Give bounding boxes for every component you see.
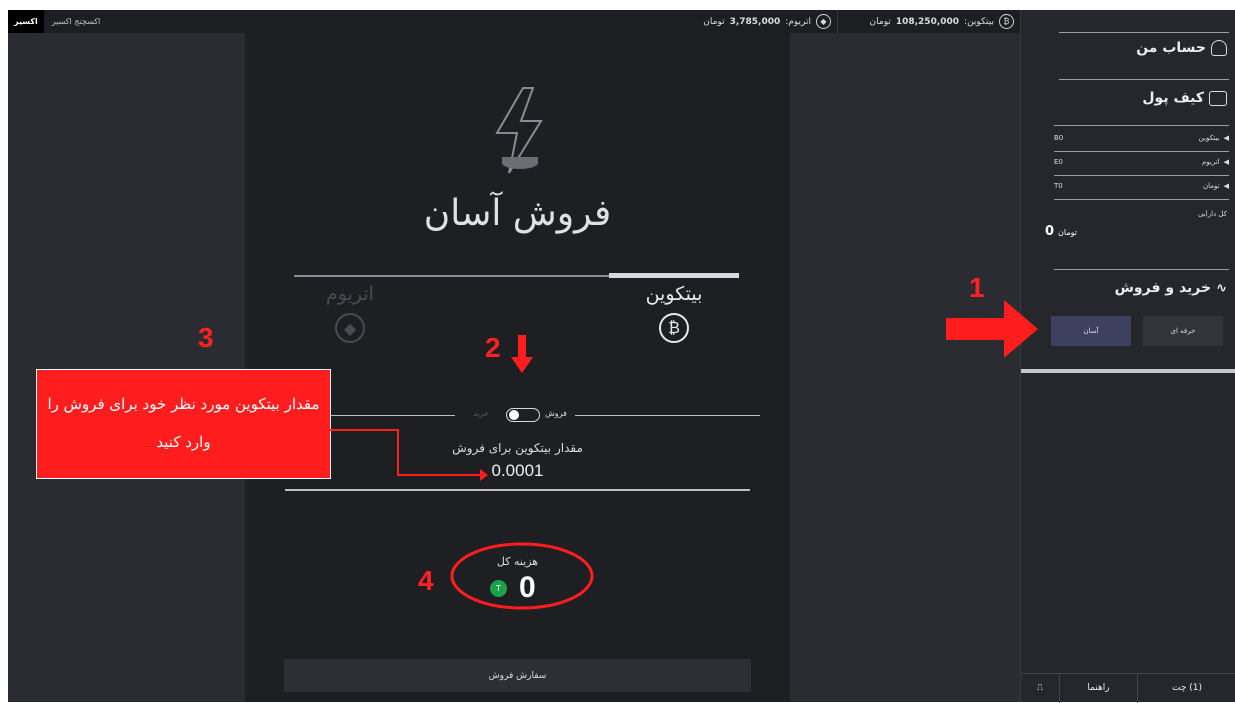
top-bar: اکسیر اکسچنج اکسیر ◆ اتریوم: 3,785,000 ت… (8, 10, 1020, 33)
bitcoin-icon: ₿ (999, 14, 1014, 29)
active-tab-indicator (609, 273, 739, 278)
chat-button[interactable]: (1) چت (1137, 673, 1235, 703)
total-assets-value: 0 (1045, 224, 1055, 239)
tabs-underline (294, 273, 739, 278)
divider (1054, 199, 1229, 200)
buy-sell-toggle-row: خرید فروش (325, 408, 760, 422)
trade-chart-icon: ∿ (1216, 280, 1227, 296)
annotation-callout: مقدار بیتکوین مورد نظر خود برای فروش را … (36, 369, 331, 479)
wallet-label: کیف پول (1142, 90, 1204, 106)
sidebar: حساب من کیف پول ◀بیتکوین B0 ◀اتریوم E0 ◀… (1020, 10, 1235, 703)
account-label: حساب من (1136, 40, 1206, 56)
trade-label: خرید و فروش (1114, 280, 1212, 296)
tab-ethereum[interactable]: اتریوم ◆ (285, 283, 415, 343)
buy-label[interactable]: خرید (473, 409, 489, 418)
lightning-coin-icon (495, 87, 543, 174)
annotation-number-2: 2 (485, 332, 501, 363)
easy-mode-button[interactable]: آسان (1051, 316, 1131, 346)
pro-mode-button[interactable]: حرفه ای (1143, 316, 1223, 346)
total-assets-unit: تومان (1058, 228, 1078, 237)
annotation-connector (330, 429, 488, 481)
annotation-number-3: 3 (198, 322, 214, 353)
eth-price-value: 3,785,000 (729, 16, 781, 27)
tab-bitcoin-label: بیتکوین (645, 283, 703, 305)
btc-price: ₿ بیتکوین: 108,250,000 تومان (840, 10, 1020, 33)
balance-name: تومان (1203, 182, 1220, 190)
annotation-arrow-1 (946, 300, 1038, 358)
amount-underline (285, 489, 750, 491)
sidebar-bottom-bar: ⎍ راهنما (1) چت (1021, 673, 1235, 703)
wallet-icon (1209, 90, 1227, 106)
buy-sell-switch[interactable] (506, 408, 540, 422)
balance-name: اتریوم (1201, 158, 1220, 166)
sidebar-item-trade[interactable]: ∿ خرید و فروش (1115, 280, 1227, 296)
balance-value: B0 (1054, 134, 1064, 142)
tab-bitcoin[interactable]: بیتکوین ₿ (609, 283, 739, 343)
caret-left-icon: ◀ (1223, 182, 1229, 190)
logout-icon[interactable]: ⎍ (1021, 674, 1059, 703)
sidebar-item-wallet[interactable]: کیف پول (1142, 90, 1227, 106)
divider (325, 415, 455, 416)
divider (1059, 32, 1229, 33)
btc-price-unit: تومان (869, 16, 891, 27)
divider (1054, 125, 1229, 126)
switch-knob (509, 410, 519, 420)
app-window: اکسیر اکسچنج اکسیر ◆ اتریوم: 3,785,000 ت… (8, 10, 1235, 703)
brand-name: اکسیر (8, 10, 44, 33)
help-button[interactable]: راهنما (1059, 673, 1137, 703)
caret-left-icon: ◀ (1223, 158, 1229, 166)
btc-price-value: 108,250,000 (895, 16, 960, 27)
total-assets: 0 تومان (1045, 224, 1077, 239)
balance-value: E0 (1054, 158, 1063, 166)
ethereum-icon: ◆ (335, 313, 365, 343)
balance-row-toman[interactable]: ◀تومان T0 (1054, 176, 1229, 196)
brand[interactable]: اکسیر اکسچنج اکسیر (8, 10, 108, 33)
divider (1054, 269, 1229, 270)
bitcoin-icon: ₿ (659, 313, 689, 343)
annotation-circle (450, 542, 594, 610)
eth-price: ◆ اتریوم: 3,785,000 تومان (668, 10, 838, 33)
balance-row-bitcoin[interactable]: ◀بیتکوین B0 (1054, 128, 1229, 148)
ethereum-icon: ◆ (816, 14, 831, 29)
tab-ethereum-label: اتریوم (326, 283, 374, 305)
page-title: فروش آسان (423, 193, 612, 234)
balance-value: T0 (1054, 182, 1063, 190)
caret-left-icon: ◀ (1223, 134, 1229, 142)
sidebar-item-account[interactable]: حساب من (1136, 40, 1227, 56)
btc-price-label: بیتکوین: (964, 16, 994, 27)
sidebar-divider (1021, 369, 1235, 373)
eth-price-unit: تومان (703, 16, 725, 27)
sell-order-button[interactable]: سفارش فروش (284, 659, 751, 692)
total-assets-label: کل دارایی (1197, 210, 1227, 218)
balance-row-ethereum[interactable]: ◀اتریوم E0 (1054, 152, 1229, 172)
divider (575, 415, 760, 416)
eth-price-label: اتریوم: (785, 16, 811, 27)
annotation-number-4: 4 (418, 565, 434, 596)
divider (1059, 79, 1229, 80)
brand-subtitle: اکسچنج اکسیر (51, 17, 101, 26)
sell-label[interactable]: فروش (545, 409, 567, 418)
user-icon (1211, 40, 1227, 56)
balance-name: بیتکوین (1198, 134, 1220, 142)
annotation-arrow-2 (511, 335, 533, 373)
